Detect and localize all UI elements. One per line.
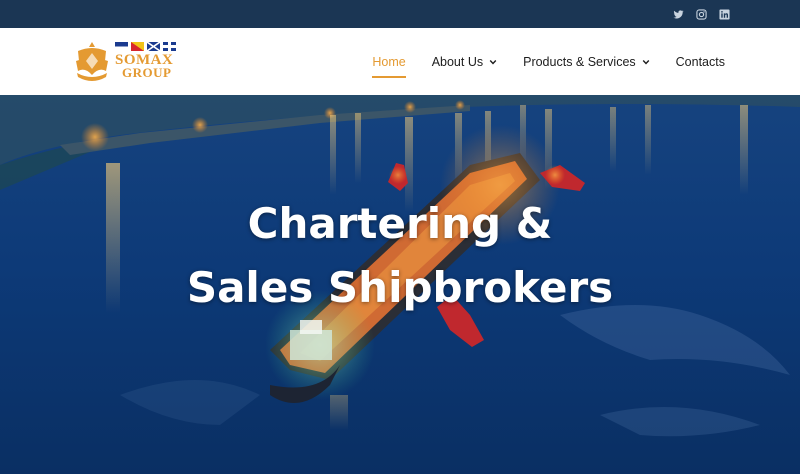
flag-icon — [163, 42, 176, 51]
top-bar — [0, 0, 800, 28]
hero-banner: Chartering & Sales Shipbrokers — [0, 95, 800, 474]
flag-icon — [131, 42, 144, 51]
hero-title-line-2: Sales Shipbrokers — [186, 263, 614, 312]
main-nav: Home About Us Products & Services Contac… — [372, 28, 725, 95]
logo-text-group: GROUP — [122, 65, 172, 80]
chevron-down-icon — [489, 59, 497, 64]
nav-about-us-label: About Us — [431, 54, 484, 69]
social-links — [673, 0, 730, 28]
nav-contacts-label: Contacts — [675, 54, 725, 69]
flag-icon — [147, 42, 160, 51]
site-header: SOMAX GROUP Home About Us Products & Ser… — [0, 28, 800, 95]
nav-about-us[interactable]: About Us — [432, 52, 497, 72]
flag-icon — [115, 42, 128, 51]
somax-group-logo[interactable]: SOMAX GROUP — [72, 39, 188, 83]
signal-flags — [115, 42, 176, 51]
nav-contacts[interactable]: Contacts — [676, 52, 725, 72]
nav-home-label: Home — [372, 54, 406, 69]
nav-products-services-label: Products & Services — [523, 54, 636, 69]
nav-home[interactable]: Home — [372, 52, 407, 78]
linkedin-icon[interactable] — [719, 8, 730, 20]
hero-title: Chartering & Sales Shipbrokers — [0, 192, 800, 320]
chevron-down-icon — [642, 59, 649, 64]
nav-products-services[interactable]: Products & Services — [523, 52, 650, 72]
hero-title-line-1: Chartering & — [247, 199, 553, 248]
instagram-icon[interactable] — [696, 8, 707, 20]
twitter-icon[interactable] — [673, 9, 684, 20]
ship-crest-icon — [76, 42, 108, 81]
